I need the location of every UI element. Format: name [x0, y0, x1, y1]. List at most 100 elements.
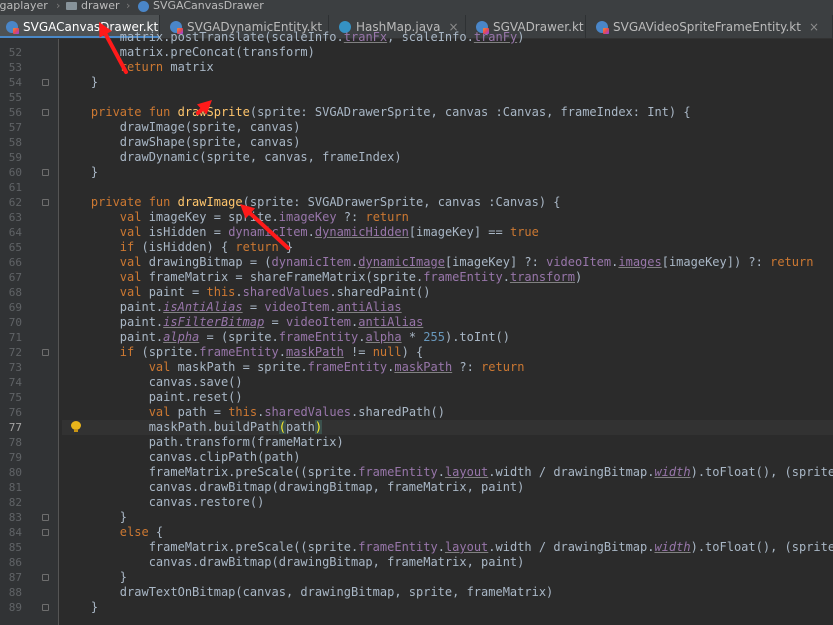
code-token: drawingBitmap = ( [148, 255, 272, 269]
fold-marker-icon[interactable] [42, 604, 49, 611]
fold-marker-icon[interactable] [42, 199, 49, 206]
code-line: canvas.clipPath(path) [62, 450, 833, 465]
code-token: .width / drawingBitmap. [488, 465, 655, 479]
line-number: 77 [8, 421, 22, 434]
code-token: . [235, 285, 243, 299]
fold-marker-icon[interactable] [42, 349, 49, 356]
code-token: ) [314, 420, 323, 434]
code-token: ( [278, 420, 286, 434]
code-token: ).toFloat(), (sprite.fr [690, 465, 833, 479]
code-token: drawImage(sprite, canvas) [62, 120, 301, 134]
line-number: 69 [8, 301, 22, 314]
breadcrumb-item-vgaplayer[interactable]: vgaplayer [0, 0, 48, 12]
code-token: (sprite: SVGADrawerSprite, canvas :Canva… [242, 195, 561, 209]
code-token: ) [517, 30, 525, 44]
code-token: tranFx [343, 30, 388, 44]
code-token: (sprite. [141, 345, 200, 359]
code-line: } [62, 75, 833, 90]
code-token: frameMatrix.preScale((sprite. [62, 540, 359, 554]
code-token: [imageKey]) ?: [661, 255, 771, 269]
line-number: 74 [8, 376, 22, 389]
code-token: canvas.drawBitmap(drawingBitmap, frameMa… [62, 555, 525, 569]
line-number: 68 [8, 286, 22, 299]
fold-marker-icon[interactable] [42, 529, 49, 536]
code-token: return [235, 240, 286, 254]
code-token: val [148, 360, 178, 374]
code-token: dynamicItem [271, 255, 352, 269]
fold-marker-icon[interactable] [42, 574, 49, 581]
fold-marker-icon[interactable] [42, 514, 49, 521]
code-token: = [264, 315, 286, 329]
fold-marker-icon[interactable] [42, 109, 49, 116]
code-token: matrix.postTranslate(scaleInfo. [62, 30, 344, 44]
code-token: alpha [163, 330, 200, 344]
code-token: this [228, 405, 258, 419]
code-line: val maskPath = sprite.frameEntity.maskPa… [62, 360, 833, 375]
code-token: .sharedPath() [351, 405, 445, 419]
code-token: frameEntity [307, 360, 388, 374]
code-token: frameMatrix = shareFrameMatrix(sprite. [148, 270, 424, 284]
code-line: canvas.restore() [62, 495, 833, 510]
code-token: } [62, 165, 99, 179]
code-token: drawTextOnBitmap(canvas, drawingBitmap, … [62, 585, 554, 599]
code-token: images [618, 255, 662, 269]
line-number-gutter[interactable]: 52 53 54 55 56 57 58 59 60 61 62 63 64 65 66 67 68 69 70 71… [0, 39, 59, 625]
code-token: != [343, 345, 373, 359]
code-line: val frameMatrix = shareFrameMatrix(sprit… [62, 270, 833, 285]
code-line: if (isHidden) { return } [62, 240, 833, 255]
line-number: 71 [8, 331, 22, 344]
code-token: this [206, 285, 236, 299]
breadcrumb-item-svgacanvasdrawer[interactable]: SVGACanvasDrawer [138, 0, 264, 12]
breadcrumb-label: SVGACanvasDrawer [153, 0, 264, 12]
code-token: paint.reset() [62, 390, 243, 404]
code-token: drawShape(sprite, canvas) [62, 135, 301, 149]
code-line: else { [62, 525, 833, 540]
code-line: paint.isFilterBitmap = videoItem.antiAli… [62, 315, 833, 330]
code-token: path = [177, 405, 229, 419]
code-token: } [62, 510, 128, 524]
code-line: canvas.drawBitmap(drawingBitmap, frameMa… [62, 555, 833, 570]
code-token: transform [509, 270, 575, 284]
code-token: isFilterBitmap [163, 315, 265, 329]
code-token: .width / drawingBitmap. [488, 540, 655, 554]
line-number: 67 [8, 271, 22, 284]
code-token: canvas.drawBitmap(drawingBitmap, frameMa… [62, 480, 525, 494]
code-token: . [437, 465, 445, 479]
code-line: paint.isAntiAlias = videoItem.antiAlias [62, 300, 833, 315]
code-token: true [509, 225, 539, 239]
code-token: { [155, 525, 164, 539]
breadcrumb-separator: › [56, 0, 61, 12]
line-number: 73 [8, 361, 22, 374]
code-line: paint.alpha = (sprite.frameEntity.alpha … [62, 330, 833, 345]
code-area[interactable]: matrix.postTranslate(scaleInfo.tranFx, s… [62, 30, 833, 625]
code-token: drawImage [177, 195, 243, 209]
code-token: path.transform(frameMatrix) [62, 435, 344, 449]
line-number: 60 [8, 166, 22, 179]
code-line: private fun drawSprite(sprite: SVGADrawe… [62, 105, 833, 120]
line-number: 84 [8, 526, 22, 539]
code-token: ) { [401, 345, 424, 359]
code-token: ?: [452, 360, 482, 374]
code-token: alpha [365, 330, 402, 344]
line-number: 86 [8, 556, 22, 569]
breadcrumb-item-drawer[interactable]: drawer [66, 0, 120, 12]
line-number: 55 [8, 91, 22, 104]
code-token: . [307, 225, 315, 239]
code-editor[interactable]: 52 53 54 55 56 57 58 59 60 61 62 63 64 65 66 67 68 69 70 71… [0, 30, 833, 625]
code-token: val [119, 210, 149, 224]
fold-marker-icon[interactable] [42, 169, 49, 176]
line-number: 64 [8, 226, 22, 239]
breadcrumb-separator: › [126, 0, 131, 12]
code-line: matrix.preConcat(transform) [62, 45, 833, 60]
fold-marker-icon[interactable] [42, 79, 49, 86]
code-token: else [119, 525, 156, 539]
intention-bulb-icon[interactable] [71, 421, 81, 433]
code-token: } [62, 600, 99, 614]
line-number: 58 [8, 136, 22, 149]
